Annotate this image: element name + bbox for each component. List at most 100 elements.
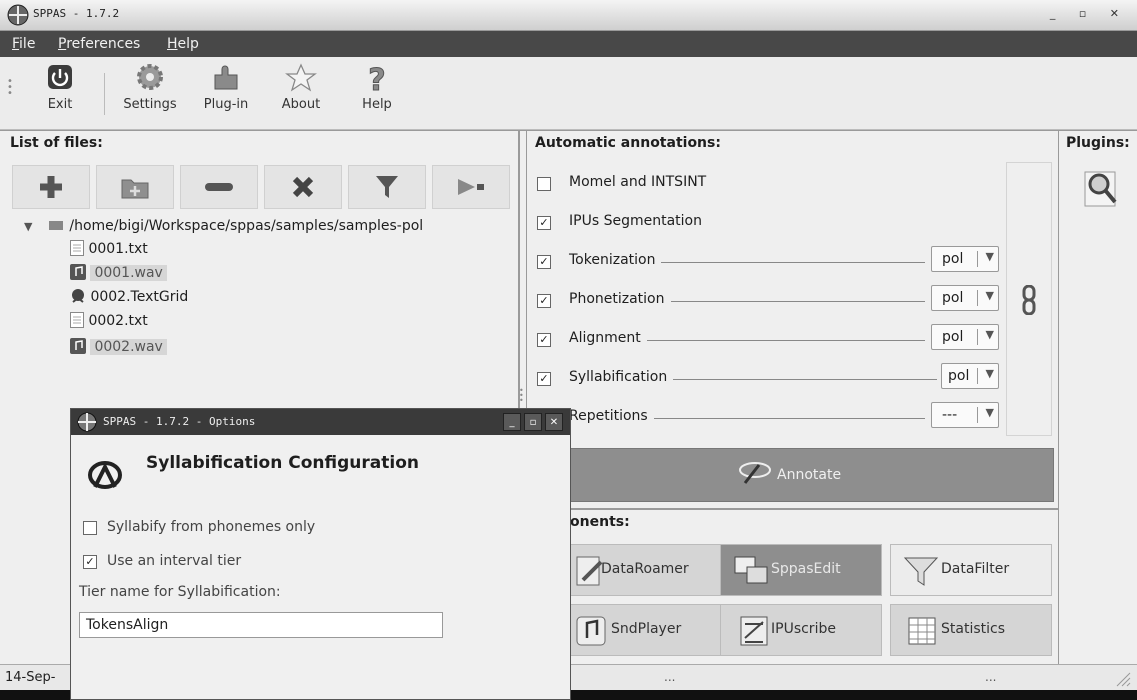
annotation-momel[interactable]: Momel and INTSINT — [535, 172, 1005, 196]
tree-root[interactable]: ▼ /home/bigi/Workspace/sppas/samples/sam… — [24, 215, 423, 237]
annotation-checkbox[interactable]: ✓ — [537, 294, 551, 308]
files-title: List of files: — [10, 135, 103, 151]
annotate-button[interactable]: Annotate — [530, 448, 1054, 502]
maximize-button[interactable]: ▫ — [524, 413, 542, 431]
puzzle-icon — [214, 65, 238, 90]
components-top-border — [527, 508, 1058, 510]
export-files-button[interactable] — [432, 165, 510, 209]
options-dialog: SPPAS - 1.7.2 - Options _ ▫ ✕ Syllabific… — [70, 408, 571, 700]
interval-tier-option[interactable]: ✓ Use an interval tier — [83, 553, 483, 573]
tier-name-input[interactable]: TokensAlign — [79, 612, 443, 638]
folder-add-icon — [121, 179, 149, 199]
music-note-icon — [576, 616, 606, 646]
option-checkbox[interactable] — [83, 521, 97, 535]
tree-item-file[interactable]: 0002.wav — [70, 336, 167, 358]
language-select[interactable]: pol ▼ — [931, 324, 999, 350]
tree-item-file[interactable]: 0002.TextGrid — [70, 286, 188, 308]
chevron-down-icon: ▼ — [985, 289, 994, 302]
chain-link-icon[interactable] — [1021, 285, 1037, 315]
add-file-button[interactable] — [12, 165, 90, 209]
tree-expand-icon[interactable]: ▼ — [24, 220, 32, 233]
annotation-repetitions[interactable]: Repetitions --- ▼ — [535, 402, 1005, 430]
table-chart-icon — [908, 617, 936, 645]
annotation-ipus[interactable]: ✓ IPUs Segmentation — [535, 211, 1005, 235]
menu-file[interactable]: File — [12, 36, 35, 52]
question-mark-icon: ? — [368, 63, 386, 93]
language-select[interactable]: --- ▼ — [931, 402, 999, 428]
datafilter-button[interactable]: DataFilter — [890, 544, 1052, 596]
settings-button[interactable]: Settings — [116, 63, 184, 112]
toolbar-grip-icon[interactable]: • • • — [7, 77, 13, 99]
chevron-down-icon: ▼ — [985, 328, 994, 341]
help-button[interactable]: ? Help — [354, 63, 400, 112]
window-titlebar[interactable]: SPPAS - 1.7.2 _ ▫ ✕ — [0, 0, 1137, 31]
delete-file-button[interactable] — [264, 165, 342, 209]
menu-help[interactable]: Help — [167, 36, 199, 52]
syllabify-phonemes-option[interactable]: Syllabify from phonemes only — [83, 519, 483, 539]
minus-icon — [205, 183, 233, 191]
plugin-search-icon[interactable] — [1083, 168, 1119, 208]
sash-grip-icon[interactable]: • • • — [519, 387, 524, 405]
resize-grip-icon[interactable] — [1115, 671, 1131, 687]
status-field: ... — [985, 670, 997, 684]
annotation-checkbox[interactable] — [537, 177, 551, 191]
plugin-button[interactable]: Plug-in — [196, 63, 256, 112]
svg-text:?: ? — [368, 63, 385, 93]
language-select[interactable]: pol ▼ — [931, 285, 999, 311]
transcribe-icon — [740, 616, 768, 646]
filter-files-button[interactable] — [348, 165, 426, 209]
option-checkbox[interactable]: ✓ — [83, 555, 97, 569]
annotation-phonetization[interactable]: ✓ Phonetization pol ▼ — [535, 285, 1005, 313]
ipuscribe-button[interactable]: IPUscribe — [720, 604, 882, 656]
tree-item-file[interactable]: 0002.txt — [70, 310, 148, 332]
remove-file-button[interactable] — [180, 165, 258, 209]
dialog-titlebar[interactable]: SPPAS - 1.7.2 - Options _ ▫ ✕ — [71, 409, 570, 435]
gear-icon — [137, 64, 163, 90]
windows-edit-icon — [734, 556, 768, 584]
syllabification-icon — [88, 461, 122, 489]
add-directory-button[interactable] — [96, 165, 174, 209]
statistics-button[interactable]: Statistics — [890, 604, 1052, 656]
chevron-down-icon: ▼ — [985, 367, 994, 380]
close-button[interactable]: ✕ — [545, 413, 563, 431]
language-select[interactable]: pol ▼ — [931, 246, 999, 272]
tree-item-file[interactable]: 0001.wav — [70, 262, 167, 284]
annotation-checkbox[interactable]: ✓ — [537, 333, 551, 347]
annotation-checkbox[interactable]: ✓ — [537, 216, 551, 230]
window-title: SPPAS - 1.7.2 — [33, 7, 120, 20]
plugins-left-border — [1058, 130, 1059, 664]
language-select[interactable]: pol ▼ — [941, 363, 999, 389]
panel-top-border — [0, 130, 1137, 131]
sppasedit-button[interactable]: SppasEdit — [720, 544, 882, 596]
annotation-tokenization[interactable]: ✓ Tokenization pol ▼ — [535, 246, 1005, 274]
dialog-title: SPPAS - 1.7.2 - Options — [103, 415, 256, 428]
window-controls[interactable]: _ ▫ ✕ — [1050, 7, 1129, 20]
sppas-logo-icon — [7, 4, 29, 26]
arrow-export-icon — [458, 179, 484, 195]
link-area — [1006, 162, 1052, 436]
plugins-title: Plugins: — [1066, 135, 1130, 151]
star-icon — [285, 63, 317, 92]
menu-bar: File Preferences Help — [0, 31, 1137, 57]
annotation-checkbox[interactable]: ✓ — [537, 255, 551, 269]
menu-preferences[interactable]: Preferences — [58, 36, 140, 52]
magic-wand-icon — [739, 462, 771, 484]
chevron-down-icon: ▼ — [985, 406, 994, 419]
annotation-checkbox[interactable]: ✓ — [537, 372, 551, 386]
chevron-down-icon: ▼ — [985, 250, 994, 263]
dialog-heading: Syllabification Configuration — [146, 453, 419, 473]
power-icon — [48, 65, 72, 89]
sndplayer-button[interactable]: SndPlayer — [560, 604, 722, 656]
plus-icon — [40, 176, 62, 198]
tree-item-file[interactable]: 0001.txt — [70, 238, 148, 260]
annotation-alignment[interactable]: ✓ Alignment pol ▼ — [535, 324, 1005, 352]
dataroamer-button[interactable]: DataRoamer — [560, 544, 722, 596]
minimize-button[interactable]: _ — [503, 413, 521, 431]
status-field: ... — [664, 670, 676, 684]
main-toolbar: • • • Exit Settings Plug-in About ? Help — [0, 57, 1137, 130]
annotation-syllabification[interactable]: ✓ Syllabification pol ▼ — [535, 363, 1005, 391]
exit-button[interactable]: Exit — [40, 63, 80, 112]
tier-name-label: Tier name for Syllabification: — [79, 584, 281, 600]
textgrid-file-icon — [72, 289, 84, 303]
about-button[interactable]: About — [276, 63, 326, 112]
